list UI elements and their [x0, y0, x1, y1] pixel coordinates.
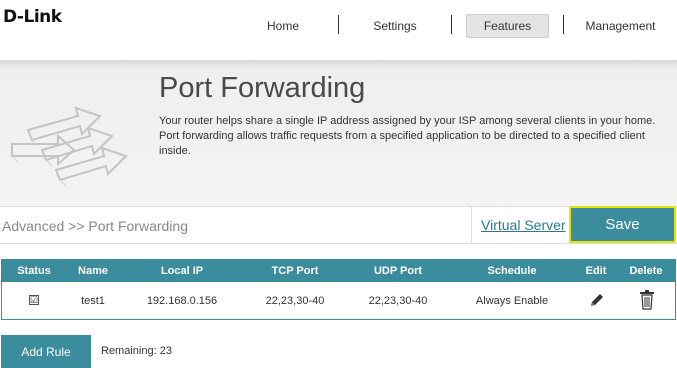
- virtual-server-container: Virtual Server: [471, 207, 569, 243]
- header-udp-port: UDP Port: [373, 265, 423, 277]
- header-schedule: Schedule: [487, 265, 537, 277]
- cell-local-ip: 192.168.0.156: [146, 295, 218, 307]
- header-edit: Edit: [585, 265, 607, 277]
- nav-settings[interactable]: Settings: [358, 14, 432, 38]
- trash-icon[interactable]: [639, 290, 655, 310]
- arrows-illustration-icon: [11, 106, 128, 187]
- nav-divider: [338, 15, 339, 34]
- nav-home[interactable]: Home: [248, 14, 318, 38]
- virtual-server-link[interactable]: Virtual Server: [481, 217, 566, 233]
- cell-schedule: Always Enable: [475, 295, 549, 307]
- pencil-icon[interactable]: [589, 292, 605, 308]
- status-checkbox[interactable]: ☑: [29, 295, 39, 305]
- header-tcp-port: TCP Port: [271, 265, 319, 277]
- table-header: Status Name Local IP TCP Port UDP Port S…: [2, 260, 675, 282]
- nav-management[interactable]: Management: [578, 14, 663, 38]
- add-rule-button[interactable]: Add Rule: [1, 335, 91, 368]
- save-button[interactable]: Save: [569, 206, 676, 243]
- nav-divider: [451, 15, 452, 34]
- cell-name: test1: [81, 295, 105, 307]
- nav-divider: [563, 15, 564, 34]
- dlink-logo: D-Link: [3, 7, 62, 27]
- header-delete: Delete: [629, 265, 663, 277]
- page-title: Port Forwarding: [159, 72, 366, 104]
- nav-features[interactable]: Features: [466, 14, 549, 38]
- header-status: Status: [17, 265, 51, 277]
- cell-tcp-port: 22,23,30-40: [265, 295, 325, 307]
- breadcrumb: Advanced >> Port Forwarding: [2, 218, 188, 234]
- page-description: Your router helps share a single IP addr…: [159, 115, 656, 157]
- port-forwarding-table: Status Name Local IP TCP Port UDP Port S…: [1, 259, 676, 320]
- header-name: Name: [78, 265, 108, 277]
- top-navigation: D-Link Home Settings Features Management: [0, 0, 677, 60]
- page-banner: Port Forwarding Your router helps share …: [0, 60, 677, 206]
- remaining-count: Remaining: 23: [101, 345, 172, 357]
- action-bar: Advanced >> Port Forwarding Virtual Serv…: [0, 206, 677, 244]
- table-row: ☑ test1 192.168.0.156 22,23,30-40 22,23,…: [2, 282, 675, 319]
- header-local-ip: Local IP: [160, 265, 204, 277]
- cell-udp-port: 22,23,30-40: [368, 295, 428, 307]
